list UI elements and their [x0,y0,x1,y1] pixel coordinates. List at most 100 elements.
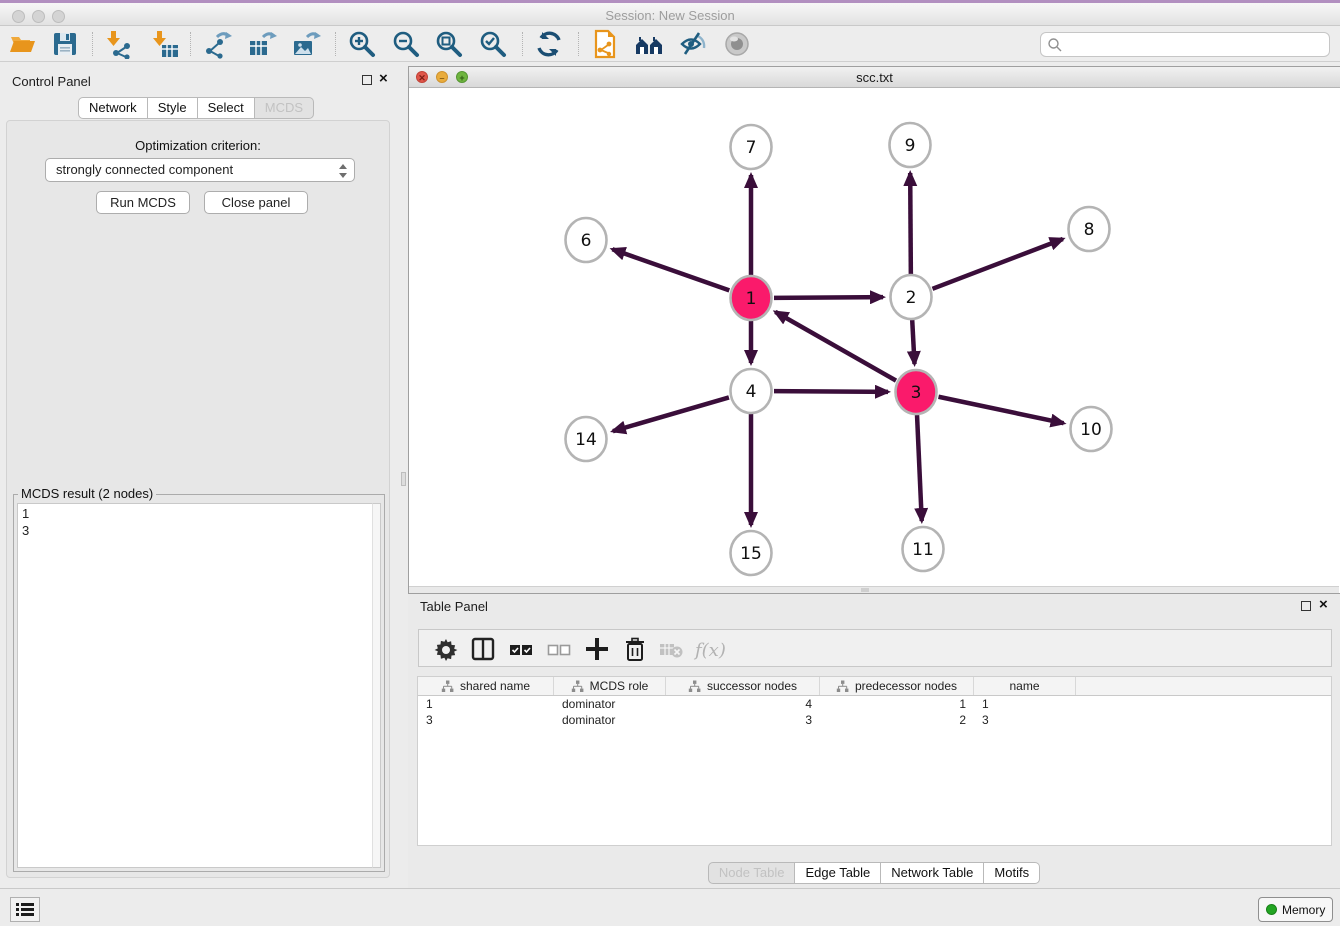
graph-edge-2-9[interactable] [910,173,911,274]
table-toolbar: f(x) [418,629,1332,667]
mcds-result-text[interactable]: 1 3 [17,503,372,868]
delete-table-icon[interactable] [657,635,685,663]
cell-shared-name[interactable]: 1 [418,696,554,712]
toolbar-separator [578,32,579,56]
graph-edge-4-14[interactable] [613,397,729,431]
close-table-panel-icon[interactable]: × [1319,596,1328,614]
graph-node-10[interactable]: 10 [1071,407,1112,451]
graph-node-label: 3 [911,383,922,403]
level-of-detail-icon[interactable] [722,29,752,59]
float-table-panel-button[interactable] [1301,601,1311,611]
tab-motifs[interactable]: Motifs [984,862,1040,884]
tab-network[interactable]: Network [78,97,148,119]
tab-network-table[interactable]: Network Table [881,862,984,884]
column-browser-icon[interactable] [469,635,497,663]
splitter-grip[interactable] [401,472,406,486]
graph-node-label: 11 [912,540,934,560]
column-header-mcds-role[interactable]: MCDS role [554,677,666,695]
graph-node-6[interactable]: 6 [566,218,607,262]
tab-edge-table[interactable]: Edge Table [795,862,881,884]
graph-node-7[interactable]: 7 [731,125,772,169]
graph-node-4[interactable]: 4 [731,369,772,413]
close-panel-button[interactable]: Close panel [204,191,308,214]
graph-edge-1-2[interactable] [774,297,883,298]
column-header-successor-nodes[interactable]: successor nodes [666,677,820,695]
tab-mcds[interactable]: MCDS [255,97,314,119]
import-table-icon[interactable] [150,29,180,59]
cell-predecessor-nodes[interactable]: 1 [820,696,974,712]
toolbar-separator [190,32,191,56]
zoom-in-icon[interactable] [347,29,377,59]
hide-show-icon[interactable] [678,29,708,59]
graph-node-3[interactable]: 3 [896,370,937,414]
open-session-icon[interactable] [8,29,38,59]
run-mcds-button[interactable]: Run MCDS [96,191,190,214]
save-session-icon[interactable] [50,29,80,59]
column-header-predecessor-nodes[interactable]: predecessor nodes [820,677,974,695]
cell-name[interactable]: 3 [974,712,1076,728]
graph-edge-1-6[interactable] [612,249,729,290]
graph-edge-3-10[interactable] [939,397,1064,423]
cell-successor-nodes[interactable]: 4 [666,696,820,712]
network-bottom-splitter[interactable] [409,586,1339,593]
tab-node-table[interactable]: Node Table [708,862,796,884]
graph-node-14[interactable]: 14 [566,417,607,461]
criterion-select[interactable]: strongly connected component [45,158,355,182]
svg-text:f(x): f(x) [693,640,726,661]
cell-predecessor-nodes[interactable]: 2 [820,712,974,728]
deselect-all-icon[interactable] [545,635,573,663]
window-titlebar: Session: New Session [0,0,1340,26]
graph-node-9[interactable]: 9 [890,123,931,167]
table-settings-icon[interactable] [432,635,460,663]
graph-node-1[interactable]: 1 [731,276,772,320]
graph-edge-4-3[interactable] [774,391,888,392]
tab-style[interactable]: Style [148,97,198,119]
cell-name[interactable]: 1 [974,696,1076,712]
memory-status-icon [1266,904,1277,915]
graph-edge-2-8[interactable] [932,239,1062,289]
graph-edge-3-11[interactable] [917,415,922,521]
result-scrollbar[interactable] [372,503,381,868]
task-history-button[interactable] [10,897,40,922]
graph-node-2[interactable]: 2 [891,275,932,319]
float-panel-button[interactable] [362,75,372,85]
tab-select[interactable]: Select [198,97,255,119]
zoom-fit-icon[interactable] [434,29,464,59]
table-panel-title: Table Panel [420,599,488,614]
zoom-selected-icon[interactable] [478,29,508,59]
column-header-name[interactable]: name [974,677,1076,695]
export-image-icon[interactable] [291,29,321,59]
apply-layout-icon[interactable] [534,29,564,59]
cell-successor-nodes[interactable]: 3 [666,712,820,728]
graph-edge-3-1[interactable] [775,312,896,381]
table-row[interactable]: 1 dominator 4 1 1 [418,696,1331,712]
network-canvas[interactable]: 7 9 6 8 1 2 4 3 14 10 15 11 [409,88,1339,587]
table-row[interactable]: 3 dominator 3 2 3 [418,712,1331,728]
graph-node-11[interactable]: 11 [903,527,944,571]
export-network-icon[interactable] [203,29,233,59]
toolbar-separator [92,32,93,56]
search-input[interactable] [1067,35,1322,54]
splitter-grip[interactable] [861,588,869,592]
function-builder-icon[interactable]: f(x) [691,635,731,663]
column-header-shared-name[interactable]: shared name [418,677,554,695]
memory-button[interactable]: Memory [1258,897,1333,922]
home-views-icon[interactable] [634,29,664,59]
application-window: Session: New Session [0,0,1340,926]
network-overview-icon[interactable] [590,29,620,59]
add-column-icon[interactable] [583,635,611,663]
select-all-icon[interactable] [507,635,535,663]
cell-shared-name[interactable]: 3 [418,712,554,728]
graph-node-8[interactable]: 8 [1069,207,1110,251]
delete-column-icon[interactable] [621,635,649,663]
close-panel-icon[interactable]: × [379,70,388,88]
cell-mcds-role[interactable]: dominator [554,712,666,728]
export-table-icon[interactable] [247,29,277,59]
import-network-icon[interactable] [104,29,134,59]
cell-mcds-role[interactable]: dominator [554,696,666,712]
column-label: name [1009,679,1039,693]
panel-splitter[interactable] [400,66,408,888]
graph-edge-2-3[interactable] [912,320,914,364]
zoom-out-icon[interactable] [391,29,421,59]
graph-node-15[interactable]: 15 [731,531,772,575]
